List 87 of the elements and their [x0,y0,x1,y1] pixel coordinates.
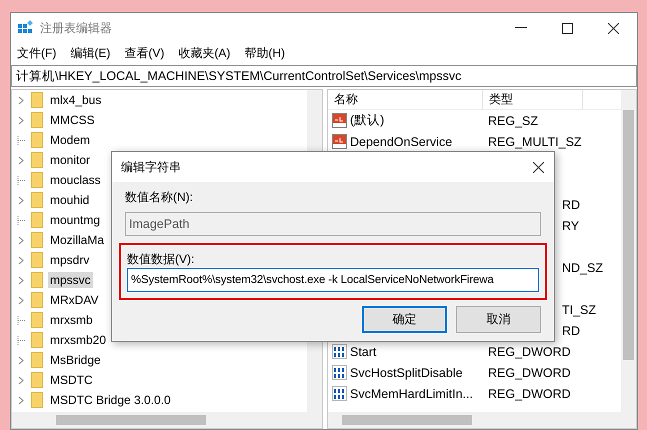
field-label: 数值数据(V): [127,252,194,266]
close-icon[interactable] [533,162,544,172]
tree-item[interactable]: MRxDAV [48,292,100,308]
window-title: 注册表编辑器 [40,20,112,36]
chevron-right-icon[interactable] [17,396,25,404]
tree-item[interactable]: mrxsmb20 [48,332,108,348]
chevron-right-icon[interactable] [17,116,25,124]
dialog-title: 编辑字符串 [121,158,181,176]
tree-item[interactable]: MSDTC [48,372,95,388]
value-name[interactable]: SvcMemHardLimitIn... [350,386,486,400]
chevron-right-icon[interactable] [17,256,25,264]
tree-item[interactable]: mouhid [48,192,92,208]
value-type: TI_SZ [562,302,596,316]
value-type: REG_DWORD [488,386,571,400]
binary-value-icon [332,344,347,359]
field-label: 数值名称(N): [125,189,194,206]
menu-item[interactable]: 查看(V) [124,44,164,62]
value-data-field[interactable]: %SystemRoot%\system32\svchost.exe -k LocalServiceNoNetworkFirewa [127,268,539,292]
value-type: REG_DWORD [488,344,571,358]
registry-icon [17,20,33,36]
tree-item[interactable]: mlx4_bus [48,92,104,108]
folder-icon [31,312,43,328]
folder-icon [31,212,43,228]
binary-value-icon [332,386,347,401]
tree-item[interactable]: MsBridge [48,352,103,368]
menu-item[interactable]: 编辑(E) [70,44,110,62]
folder-icon [31,192,43,208]
ok-button[interactable]: 确定 [362,306,447,333]
value-type: RD [562,324,580,338]
value-name-field[interactable]: ImagePath [125,212,541,236]
menu-item[interactable]: 帮助(H) [244,44,285,62]
folder-icon [31,172,43,188]
close-icon[interactable] [608,22,619,34]
vertical-scrollbar[interactable] [621,90,636,412]
chevron-right-icon[interactable] [17,356,25,364]
folder-icon [31,252,43,268]
column-header[interactable]: 名称 [328,90,483,109]
chevron-right-icon[interactable] [17,376,25,384]
cancel-button[interactable]: 取消 [456,306,541,333]
string-value-icon [332,134,347,149]
tree-item[interactable]: mountmg [48,212,102,228]
chevron-right-icon[interactable] [17,276,25,284]
chevron-right-icon[interactable] [17,96,25,104]
address-bar[interactable]: 计算机\HKEY_LOCAL_MACHINE\SYSTEM\CurrentControlSet\Services\mpssvc [11,65,637,87]
column-header[interactable]: 类型 [483,90,583,109]
value-type: RY [562,218,580,232]
value-name[interactable]: SvcHostSplitDisable [350,366,486,380]
minimize-icon[interactable] [515,27,527,29]
value-type: ND_SZ [562,260,603,274]
string-value-icon [332,113,347,128]
menu-item[interactable]: 收藏夹(A) [178,44,230,62]
chevron-right-icon[interactable] [17,156,25,164]
folder-icon [31,292,43,308]
horizontal-scrollbar[interactable] [12,412,322,428]
tree-item[interactable]: mpssvc [48,272,93,288]
folder-icon [31,112,43,128]
value-type: REG_DWORD [488,366,571,380]
value-name[interactable]: DependOnService [350,134,486,148]
folder-icon [31,372,43,388]
folder-icon [31,92,43,108]
folder-icon [31,232,43,248]
value-name[interactable]: Start [350,344,486,358]
chevron-right-icon[interactable] [17,296,25,304]
folder-icon [31,132,43,148]
value-name[interactable]: (默认) [350,112,486,129]
tree-item[interactable]: MozillaMa [48,232,106,248]
maximize-icon[interactable] [562,22,573,34]
value-type: REG_MULTI_SZ [488,134,582,148]
value-type: REG_SZ [488,114,538,128]
chevron-right-icon[interactable] [17,236,25,244]
tree-item[interactable]: mrxsmb [48,312,95,328]
tree-item[interactable]: mpsdrv [48,252,92,268]
tree-item[interactable]: MMCSS [48,112,97,128]
folder-icon [31,392,43,408]
horizontal-scrollbar[interactable] [328,412,636,428]
value-type: RD [562,198,580,212]
menu-item[interactable]: 文件(F) [17,44,56,62]
binary-value-icon [332,365,347,380]
tree-item[interactable]: Modem [48,132,92,148]
chevron-right-icon[interactable] [17,196,25,204]
folder-icon [31,152,43,168]
folder-icon [31,352,43,368]
tree-item[interactable]: mouclass [48,172,103,188]
folder-icon [31,332,43,348]
folder-icon [31,272,43,288]
tree-item[interactable]: monitor [48,152,92,168]
tree-item[interactable]: MSDTC Bridge 3.0.0.0 [48,392,173,408]
